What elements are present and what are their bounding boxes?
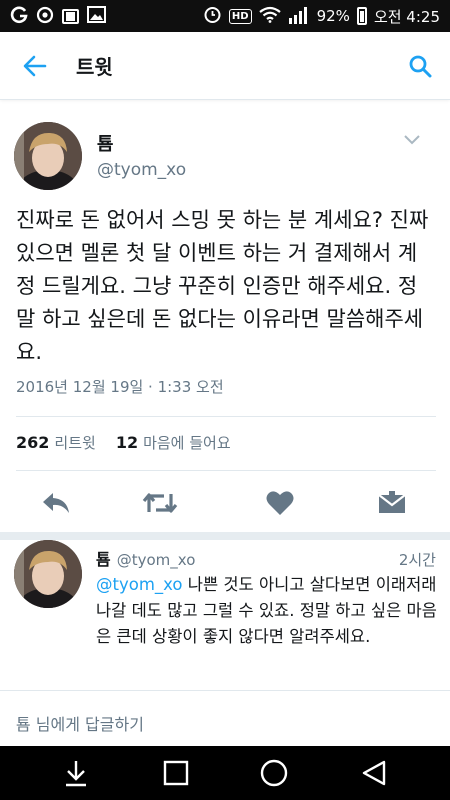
navigation-bar xyxy=(0,746,450,800)
back-button[interactable] xyxy=(0,32,70,100)
message-icon xyxy=(378,491,406,513)
home-icon xyxy=(260,759,288,787)
divider xyxy=(16,416,436,417)
image-icon xyxy=(87,6,106,26)
like-count[interactable]: 12 xyxy=(116,433,138,452)
clock: 오전 4:25 xyxy=(373,7,440,26)
author-handle: @tyom_xo xyxy=(97,160,187,180)
heart-icon xyxy=(266,491,294,515)
previous-tweet-edge xyxy=(0,100,450,108)
mention-link[interactable]: @tyom_xo xyxy=(96,575,183,594)
reply-placeholder: 툠 님에게 답글하기 xyxy=(16,715,144,734)
author-name: 툠 xyxy=(97,134,114,155)
notification-box-icon xyxy=(62,8,79,24)
back-nav-button[interactable] xyxy=(344,746,404,800)
retweet-button[interactable] xyxy=(140,478,180,528)
reply-icon xyxy=(43,493,69,513)
page-title: 트윗 xyxy=(76,55,113,79)
search-icon xyxy=(409,55,432,77)
search-button[interactable] xyxy=(390,32,450,100)
signal-icon xyxy=(288,6,310,27)
status-bar: HD 92% 오전 4:25 xyxy=(0,0,450,32)
like-label[interactable]: 마음에 들어요 xyxy=(143,432,231,453)
tweet-stats: 262 리트윗 12 마음에 들어요 xyxy=(16,432,231,453)
wifi-icon xyxy=(258,6,281,26)
message-button[interactable] xyxy=(372,478,412,528)
reply-tweet[interactable]: 툠 @tyom_xo 2시간 @tyom_xo 나쁜 것도 아니고 살다보면 이… xyxy=(0,532,450,682)
app-header: 트윗 xyxy=(0,32,450,100)
retweet-icon xyxy=(142,493,178,513)
avatar[interactable] xyxy=(14,540,82,608)
reply-time: 2시간 xyxy=(398,551,436,569)
tweet-actions xyxy=(0,478,450,528)
battery-percent: 92% xyxy=(316,7,350,25)
reply-button[interactable] xyxy=(36,478,76,528)
recent-apps-icon xyxy=(163,760,189,786)
reply-author-name: 툠 xyxy=(96,550,111,569)
tweet-menu-button[interactable] xyxy=(400,128,424,152)
main-tweet: 툠 @tyom_xo 진짜로 돈 없어서 스밍 못 하는 분 계세요? 진짜 있… xyxy=(0,108,450,540)
alarm-icon xyxy=(203,5,222,27)
reply-text: @tyom_xo 나쁜 것도 아니고 살다보면 이래저래 나갈 데도 많고 그럴… xyxy=(96,572,440,650)
divider xyxy=(16,470,436,471)
reply-author-handle: @tyom_xo xyxy=(116,551,196,569)
g-icon xyxy=(10,6,28,27)
tweet-timestamp: 2016년 12월 19일 · 1:33 오전 xyxy=(16,378,224,396)
arrow-left-icon xyxy=(23,55,47,76)
retweet-label[interactable]: 리트윗 xyxy=(54,432,95,453)
download-icon xyxy=(66,761,86,787)
like-button[interactable] xyxy=(260,478,300,528)
reply-compose[interactable]: 툠 님에게 답글하기 xyxy=(0,690,450,746)
hd-icon: HD xyxy=(228,8,252,24)
retweet-count[interactable]: 262 xyxy=(16,433,49,452)
brightness-icon xyxy=(36,6,54,27)
back-icon xyxy=(362,760,386,786)
avatar[interactable] xyxy=(14,122,82,190)
download-button[interactable] xyxy=(46,746,106,800)
home-button[interactable] xyxy=(244,746,304,800)
tweet-author[interactable]: 툠 @tyom_xo xyxy=(0,108,450,198)
chevron-down-icon xyxy=(404,135,420,145)
reply-header: 툠 @tyom_xo 2시간 xyxy=(96,546,436,570)
recent-apps-button[interactable] xyxy=(146,746,206,800)
tweet-text: 진짜로 돈 없어서 스밍 못 하는 분 계세요? 진짜 있으면 멜론 첫 달 이… xyxy=(16,208,429,364)
battery-icon xyxy=(356,7,367,25)
